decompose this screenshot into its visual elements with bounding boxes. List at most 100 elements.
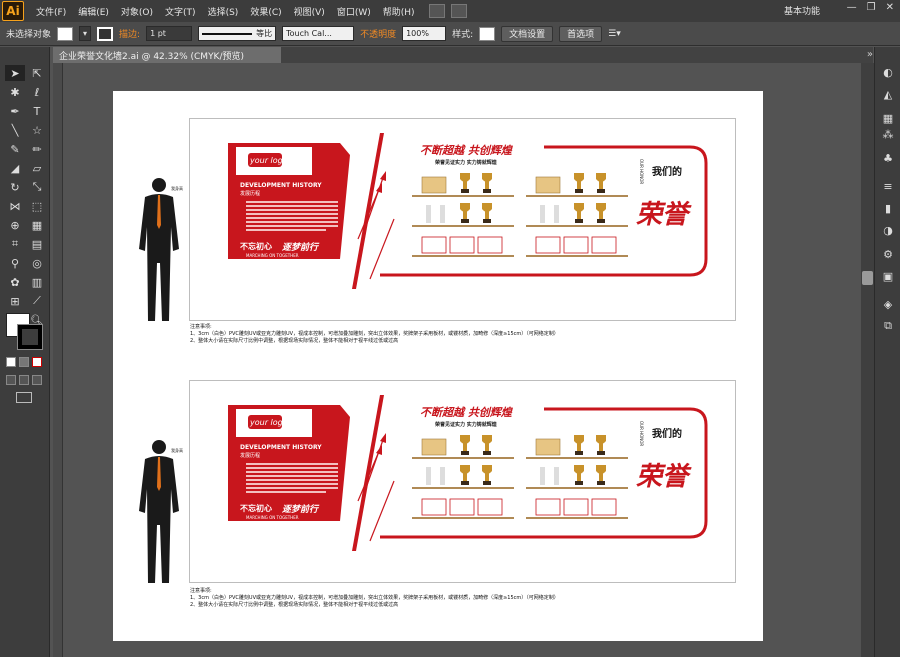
none-mode-icon[interactable] bbox=[32, 357, 42, 367]
swatches-panel-icon[interactable]: ▦ bbox=[880, 111, 896, 125]
scrollbar-thumb[interactable] bbox=[862, 271, 873, 285]
gradient-mode-icon[interactable] bbox=[19, 357, 29, 367]
fill-dropdown[interactable]: ▾ bbox=[79, 26, 92, 41]
stroke-profile-dropdown[interactable]: 等比 bbox=[198, 26, 277, 41]
color-guide-icon[interactable]: ◭ bbox=[880, 87, 896, 101]
opacity-value: 100% bbox=[406, 29, 429, 38]
arrow-head-2 bbox=[376, 183, 382, 193]
app-logo: Ai bbox=[2, 1, 24, 21]
screen-mode-icon[interactable] bbox=[16, 392, 32, 403]
preferences-button[interactable]: 首选项 bbox=[559, 25, 603, 42]
transparency-panel-icon[interactable]: ◑ bbox=[880, 223, 896, 237]
slice-tool-icon[interactable]: ⟋ bbox=[27, 293, 47, 309]
opacity-field[interactable]: 100% bbox=[402, 26, 447, 41]
blend-tool-icon[interactable]: ◎ bbox=[27, 255, 47, 271]
arrow-head-1 bbox=[380, 433, 386, 443]
document-canvas[interactable]: your logo DEVELOPMENT HISTORY 发展历程 不忘初心 … bbox=[53, 63, 861, 657]
gradient-tool-icon[interactable]: ▤ bbox=[27, 236, 47, 252]
stroke-color-swatch[interactable] bbox=[17, 324, 43, 350]
artboard-tool-icon[interactable]: ⊞ bbox=[5, 293, 25, 309]
type-tool-icon[interactable]: T bbox=[27, 103, 47, 119]
color-panel-icon[interactable]: ◐ bbox=[880, 65, 896, 79]
bridge-icon[interactable] bbox=[428, 4, 445, 18]
menu-select[interactable]: 选择(S) bbox=[208, 5, 239, 18]
right-panel-dock: ◐ ◭ ▦ ⁂ ♣ ≡ ▮ ◑ ⚙ ▣ ◈ ⧉ bbox=[874, 47, 900, 657]
draw-behind-icon[interactable] bbox=[19, 375, 29, 385]
fill-stroke-control[interactable] bbox=[6, 313, 46, 353]
menu-edit[interactable]: 编辑(E) bbox=[78, 5, 109, 18]
color-mode-icon[interactable] bbox=[6, 357, 16, 367]
selection-tool-icon[interactable]: ➤ bbox=[5, 65, 25, 81]
symbols-panel-icon[interactable]: ♣ bbox=[880, 151, 896, 165]
document-setup-button[interactable]: 文档设置 bbox=[501, 25, 554, 42]
symbol-sprayer-tool-icon[interactable]: ✿ bbox=[5, 274, 25, 290]
slogan-english: MARCHING ON TOGETHER bbox=[246, 253, 299, 258]
star-tool-icon[interactable]: ☆ bbox=[27, 122, 47, 138]
shape-builder-tool-icon[interactable]: ⊕ bbox=[5, 217, 25, 233]
brush-dropdown[interactable]: Touch Cal... bbox=[282, 26, 355, 41]
magic-wand-tool-icon[interactable]: ✱ bbox=[5, 84, 25, 100]
menu-type[interactable]: 文字(T) bbox=[165, 5, 196, 18]
stroke-panel-icon[interactable]: ≡ bbox=[880, 179, 896, 193]
person-silhouette-bottom bbox=[139, 440, 179, 583]
control-bar-menu-icon[interactable]: ☰▾ bbox=[608, 29, 621, 39]
vertical-scrollbar[interactable] bbox=[861, 63, 874, 657]
slogan-english: MARCHING ON TOGETHER bbox=[246, 515, 299, 520]
stroke-swatch[interactable] bbox=[97, 26, 114, 41]
gradient-panel-icon[interactable]: ▮ bbox=[880, 201, 896, 215]
workspace-switcher[interactable]: 基本功能 bbox=[784, 4, 820, 17]
blob-brush-tool-icon[interactable]: ◢ bbox=[5, 160, 25, 176]
artboard[interactable]: your logo DEVELOPMENT HISTORY 发展历程 不忘初心 … bbox=[113, 91, 763, 641]
direct-selection-tool-icon[interactable]: ⇱ bbox=[27, 65, 47, 81]
shelf-left bbox=[412, 435, 514, 519]
stroke-label[interactable]: 描边: bbox=[119, 27, 140, 40]
honor-wall-design-bottom[interactable]: your logo DEVELOPMENT HISTORY 发展历程 不忘初心 … bbox=[189, 380, 736, 583]
draw-normal-icon[interactable] bbox=[6, 375, 16, 385]
notes-title: 注意事项: bbox=[190, 324, 212, 330]
menu-effect[interactable]: 效果(C) bbox=[250, 5, 281, 18]
perspective-grid-tool-icon[interactable]: ▦ bbox=[27, 217, 47, 233]
opacity-label[interactable]: 不透明度 bbox=[360, 27, 396, 40]
eyedropper-tool-icon[interactable]: ⚲ bbox=[5, 255, 25, 271]
diagonal-stripe-1 bbox=[352, 395, 384, 551]
width-tool-icon[interactable]: ⋈ bbox=[5, 198, 25, 214]
graphic-styles-panel-icon[interactable]: ▣ bbox=[880, 269, 896, 283]
stroke-weight-field[interactable]: 1 pt bbox=[146, 26, 193, 41]
artboards-panel-icon[interactable]: ⧉ bbox=[880, 319, 896, 333]
notes-title: 注意事项: bbox=[190, 588, 212, 594]
pencil-tool-icon[interactable]: ✏ bbox=[27, 141, 47, 157]
menu-help[interactable]: 帮助(H) bbox=[383, 5, 415, 18]
arrange-documents-icon[interactable] bbox=[450, 4, 467, 18]
restore-icon[interactable]: ❐ bbox=[867, 2, 876, 13]
paintbrush-tool-icon[interactable]: ✎ bbox=[5, 141, 25, 157]
minimize-icon[interactable]: — bbox=[847, 2, 857, 13]
close-window-icon[interactable]: ✕ bbox=[886, 2, 894, 13]
fill-swatch[interactable] bbox=[57, 26, 74, 41]
line-tool-icon[interactable]: ╲ bbox=[5, 122, 25, 138]
tab-overflow-icon[interactable]: » bbox=[867, 49, 873, 60]
logo-text: your logo bbox=[249, 418, 288, 427]
layers-panel-icon[interactable]: ◈ bbox=[880, 297, 896, 311]
shelf-right bbox=[526, 173, 628, 257]
rotate-tool-icon[interactable]: ↻ bbox=[5, 179, 25, 195]
eraser-tool-icon[interactable]: ▱ bbox=[27, 160, 47, 176]
pen-tool-icon[interactable]: ✒ bbox=[5, 103, 25, 119]
honor-wall-design-top[interactable]: your logo DEVELOPMENT HISTORY 发展历程 不忘初心 … bbox=[189, 118, 736, 321]
arrow-head-1 bbox=[380, 171, 386, 181]
graphic-style-swatch[interactable] bbox=[479, 26, 496, 41]
tools-panel: ➤ ⇱ ✱ ℓ ✒ T ╲ ☆ ✎ ✏ ◢ ▱ ↻ ⤡ ⋈ ⬚ ⊕ ▦ ⌗ ▤ … bbox=[0, 47, 50, 657]
draw-inside-icon[interactable] bbox=[32, 375, 42, 385]
appearance-panel-icon[interactable]: ⚙ bbox=[880, 247, 896, 261]
scale-tool-icon[interactable]: ⤡ bbox=[27, 179, 47, 195]
column-graph-tool-icon[interactable]: ▥ bbox=[27, 274, 47, 290]
lasso-tool-icon[interactable]: ℓ bbox=[27, 84, 47, 100]
mesh-tool-icon[interactable]: ⌗ bbox=[5, 236, 25, 252]
menu-object[interactable]: 对象(O) bbox=[121, 5, 153, 18]
brushes-panel-icon[interactable]: ⁂ bbox=[880, 127, 896, 141]
menu-view[interactable]: 视图(V) bbox=[294, 5, 325, 18]
menu-file[interactable]: 文件(F) bbox=[36, 5, 66, 18]
menu-window[interactable]: 窗口(W) bbox=[337, 5, 371, 18]
stroke-profile-value: 等比 bbox=[256, 29, 273, 38]
free-transform-tool-icon[interactable]: ⬚ bbox=[27, 198, 47, 214]
document-tab[interactable]: 企业荣誉文化墙2.ai @ 42.32% (CMYK/预览) ✕ bbox=[53, 47, 281, 63]
